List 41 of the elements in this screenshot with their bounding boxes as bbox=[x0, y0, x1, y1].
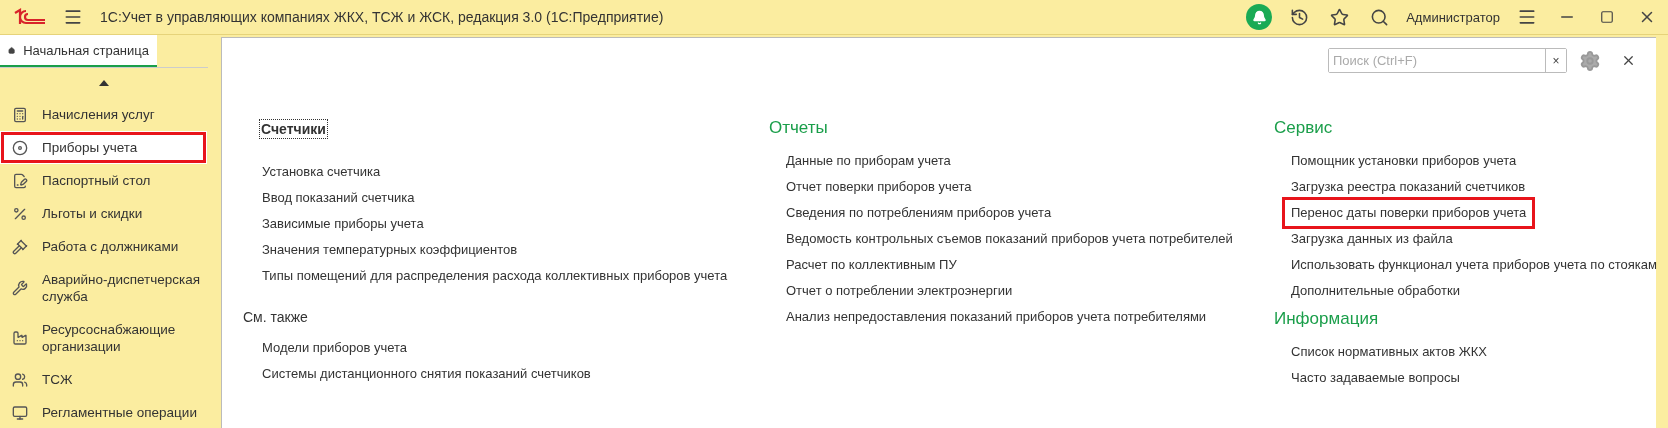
command-link[interactable]: Установка счетчика bbox=[256, 159, 387, 185]
command-link[interactable]: Типы помещений для распределения расхода коллективных приборов учета bbox=[256, 263, 734, 289]
command-link[interactable]: Перенос даты поверки приборов учета bbox=[1285, 200, 1533, 226]
sidebar-item[interactable]: Приборы учета bbox=[0, 131, 207, 164]
sidebar-item[interactable]: Работа с должниками bbox=[0, 230, 207, 263]
sidebar-item[interactable]: Регламентные операции bbox=[0, 396, 207, 428]
command-link[interactable]: Ввод показаний счетчика bbox=[256, 185, 421, 211]
group-title: См. также bbox=[242, 308, 309, 326]
command-link[interactable]: Анализ непредоставления показаний приборов учета потребителями bbox=[780, 304, 1213, 330]
command-link[interactable]: Использовать функционал учета приборов учета по стоякам bbox=[1285, 252, 1663, 278]
command-link[interactable]: Дополнительные обработки bbox=[1285, 278, 1466, 304]
command-link[interactable]: Часто задаваемые вопросы bbox=[1285, 365, 1466, 391]
sidebar-item[interactable]: Начисления услуг bbox=[0, 98, 207, 131]
group-title: Счетчики bbox=[260, 120, 327, 138]
group-title: Отчеты bbox=[768, 117, 829, 138]
command-link[interactable]: Отчет поверки приборов учета bbox=[780, 174, 978, 200]
sidebar-item[interactable]: Ресурсоснабжающие организации bbox=[0, 313, 207, 363]
command-link[interactable]: Сведения по потреблениям приборов учета bbox=[780, 200, 1058, 226]
window-title: 1С:Учет в управляющих компаниях ЖКХ, ТСЖ и ЖСК, редакция 3.0 (1С:Предприятие) bbox=[100, 9, 665, 25]
command-link[interactable]: Данные по приборам учета bbox=[780, 148, 957, 174]
search-field[interactable]: Поиск (Ctrl+F) × bbox=[1328, 48, 1567, 73]
command-link[interactable]: Зависимые приборы учета bbox=[256, 211, 430, 237]
sidebar-item[interactable]: Аварийно-диспетчерская служба bbox=[0, 263, 207, 313]
command-link[interactable]: Отчет о потреблении электроэнергии bbox=[780, 278, 1019, 304]
sidebar-item[interactable]: Льготы и скидки bbox=[0, 197, 207, 230]
command-link[interactable]: Модели приборов учета bbox=[256, 335, 414, 361]
group-title: Сервис bbox=[1273, 117, 1334, 138]
home-tab[interactable]: Начальная страница bbox=[0, 35, 157, 67]
command-link[interactable]: Загрузка реестра показаний счетчиков bbox=[1285, 174, 1532, 200]
command-link[interactable]: Список нормативных актов ЖКХ bbox=[1285, 339, 1493, 365]
command-link[interactable]: Значения температурных коэффициентов bbox=[256, 237, 524, 263]
clear-button[interactable]: × bbox=[1545, 49, 1566, 72]
command-link[interactable]: Ведомость контрольных съемов показаний приборов учета потребителей bbox=[780, 226, 1239, 252]
sidebar-item[interactable]: ТСЖ bbox=[0, 363, 207, 396]
group-title: Информация bbox=[1273, 308, 1380, 329]
command-link[interactable]: Помощник установки приборов учета bbox=[1285, 148, 1523, 174]
sidebar-item[interactable]: Паспортный стол bbox=[0, 164, 207, 197]
command-link[interactable]: Расчет по коллективным ПУ bbox=[780, 252, 963, 278]
command-link[interactable]: Загрузка данных из файла bbox=[1285, 226, 1459, 252]
user-name[interactable]: Администратор bbox=[1406, 9, 1500, 25]
command-link[interactable]: Системы дистанционного снятия показаний счетчиков bbox=[256, 361, 597, 387]
